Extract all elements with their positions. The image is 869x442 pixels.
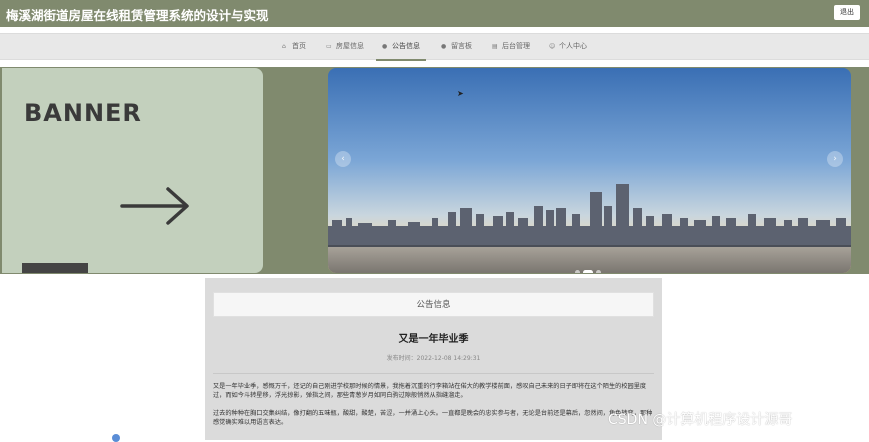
panel-title: 公告信息 — [213, 292, 654, 317]
watermark: CSDN @计算机程序设计源哥 — [608, 412, 793, 428]
message-icon: ● — [441, 43, 447, 50]
house-icon: ▭ — [326, 43, 332, 50]
mouse-cursor-icon: ➤ — [457, 89, 464, 98]
logout-button[interactable]: 退出 — [834, 5, 860, 20]
nav-item-user-center[interactable]: ☺ 个人中心 — [549, 34, 587, 61]
carousel-dot-active[interactable] — [583, 270, 593, 273]
nav-item-house-info[interactable]: ▭ 房屋信息 — [326, 34, 364, 61]
nav-item-label: 首页 — [292, 42, 306, 50]
nav-item-admin[interactable]: ▤ 后台管理 — [492, 34, 530, 61]
indicator-dot — [112, 434, 120, 442]
arrow-right-icon — [120, 187, 189, 225]
nav-item-message-board[interactable]: ● 留言板 — [441, 34, 472, 61]
announcement-panel: 公告信息 又是一年毕业季 发布时间：2022-12-08 14:29:31 又是… — [205, 278, 662, 440]
article-paragraph: 又是一年毕业季，感慨万千，还记的自己刚进学校那时候的情景，我拖着沉重的行李箱站在… — [213, 383, 647, 399]
home-icon: ⌂ — [282, 43, 286, 50]
nav-item-label: 个人中心 — [559, 42, 587, 50]
carousel-dots — [575, 262, 604, 273]
carousel-prev-button[interactable]: ‹ — [335, 151, 351, 167]
image-carousel[interactable]: ‹ › — [328, 68, 851, 273]
nav-item-home[interactable]: ⌂ 首页 — [282, 34, 306, 61]
nav-item-label: 后台管理 — [502, 42, 530, 50]
nav-item-label: 房屋信息 — [336, 42, 364, 50]
notice-icon: ● — [382, 43, 388, 50]
banner-card: BANNER — [2, 68, 263, 273]
carousel-dot[interactable] — [596, 270, 601, 273]
banner-section: BANNER ‹ › — [0, 67, 869, 274]
main-nav: ⌂ 首页 ▭ 房屋信息 ● 公告信息 ● 留言板 ▤ 后台管理 ☺ 个人中心 — [0, 33, 869, 61]
admin-icon: ▤ — [492, 43, 498, 50]
city-skyline-image — [328, 68, 851, 273]
user-icon: ☺ — [549, 43, 556, 50]
nav-item-label: 公告信息 — [392, 42, 420, 50]
app-title: 梅溪湖街道房屋在线租赁管理系统的设计与实现 — [6, 8, 269, 23]
banner-text: BANNER — [24, 99, 142, 127]
nav-item-label: 留言板 — [451, 42, 472, 50]
carousel-next-button[interactable]: › — [827, 151, 843, 167]
publish-time: 发布时间：2022-12-08 14:29:31 — [386, 355, 481, 362]
divider — [213, 373, 654, 374]
banner-decor-bar — [22, 263, 88, 273]
nav-item-announcements[interactable]: ● 公告信息 — [376, 34, 426, 61]
article-title: 又是一年毕业季 — [398, 334, 469, 345]
article-paragraph: 过去的种种在胸口交集纠结，像打翻的五味瓶，酸甜，酸楚，苦涩，一并涌上心头。一直都… — [213, 410, 653, 426]
carousel-dot[interactable] — [575, 270, 580, 273]
top-bar: 梅溪湖街道房屋在线租赁管理系统的设计与实现 退出 — [0, 0, 869, 27]
